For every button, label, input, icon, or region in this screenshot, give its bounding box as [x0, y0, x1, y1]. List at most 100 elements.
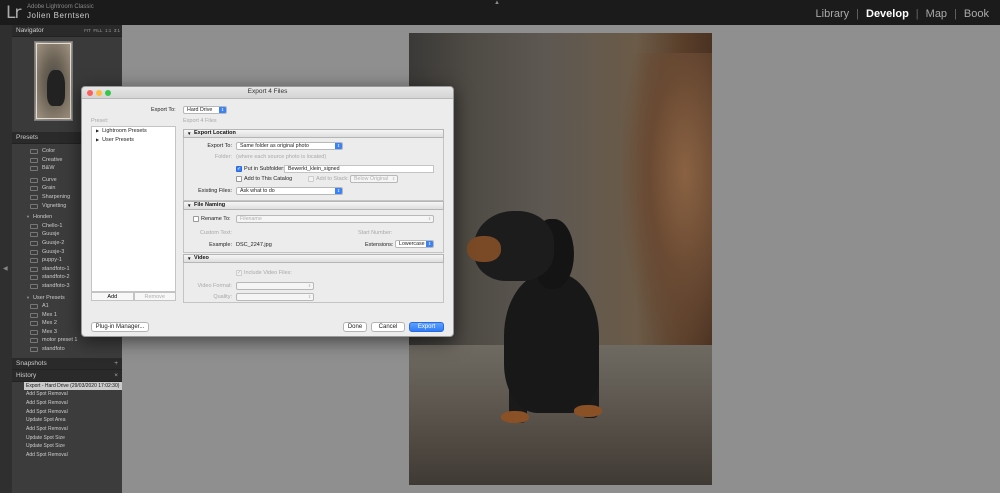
- history-item[interactable]: Add Spot Removal: [26, 390, 122, 399]
- history-item[interactable]: Update Spot Size: [26, 442, 122, 451]
- cancel-button[interactable]: Cancel: [371, 322, 405, 332]
- video-quality-select[interactable]: ⇕: [236, 293, 314, 301]
- add-to-stack-checkbox[interactable]: [308, 176, 314, 182]
- preset-icon: [30, 157, 38, 163]
- video-format-select[interactable]: ⇕: [236, 282, 314, 290]
- preset-icon: [30, 166, 38, 172]
- example-label: Example:: [209, 242, 232, 248]
- file-naming-header[interactable]: ▼ File Naming: [183, 201, 444, 210]
- preset-icon: [30, 223, 38, 229]
- module-develop[interactable]: Develop: [859, 8, 916, 20]
- snapshots-title: Snapshots: [16, 359, 47, 367]
- example-filename: DSC_2247.jpg: [236, 242, 272, 248]
- plugin-manager-button[interactable]: Plug-in Manager...: [91, 322, 149, 332]
- preset-icon: [30, 275, 38, 281]
- preset-item[interactable]: standfoto: [26, 345, 122, 354]
- export-to-select[interactable]: Hard Drive ⇕: [183, 106, 227, 114]
- zoom-fit[interactable]: FIT: [84, 28, 91, 33]
- product-name: Adobe Lightroom Classic: [27, 4, 94, 10]
- export-button[interactable]: Export: [409, 322, 444, 332]
- extensions-label: Extensions:: [365, 242, 394, 248]
- navigator-zoom-options: FIT FILL 1:1 3:1: [84, 25, 120, 37]
- module-book[interactable]: Book: [957, 8, 996, 20]
- history-item[interactable]: Export - Hard Drive (29/03/2020 17:02:30…: [24, 381, 122, 391]
- left-panel-edge[interactable]: ◀: [0, 25, 12, 493]
- include-video-checkbox[interactable]: ✓: [236, 270, 242, 276]
- rename-to-checkbox[interactable]: [193, 216, 199, 222]
- section-collapse-icon[interactable]: ▼: [187, 202, 191, 210]
- preset-icon: [30, 304, 38, 310]
- module-map[interactable]: Map: [919, 8, 954, 20]
- section-collapse-icon[interactable]: ▼: [187, 255, 191, 263]
- clear-history-icon[interactable]: ×: [114, 370, 118, 382]
- preset-folder-user[interactable]: ▶ User Presets: [92, 136, 175, 145]
- preset-icon: [30, 186, 38, 192]
- snapshots-header[interactable]: Snapshots +: [12, 357, 122, 370]
- subfolder-input[interactable]: Bewerkt_klein_signed: [284, 165, 434, 173]
- preset-icon: [30, 338, 38, 344]
- include-video-label: Include Video Files:: [244, 270, 292, 276]
- preset-folder-lightroom[interactable]: ▶ Lightroom Presets: [92, 127, 175, 136]
- zoom-3-1[interactable]: 3:1: [114, 28, 120, 33]
- history-item[interactable]: Update Spot Area: [26, 416, 122, 425]
- history-item[interactable]: Add Spot Removal: [26, 425, 122, 434]
- section-collapse-icon[interactable]: ▼: [187, 130, 191, 138]
- chevron-updown-icon: ⇕: [307, 294, 312, 299]
- stack-position-select[interactable]: Below Original ⇕: [350, 175, 398, 183]
- add-snapshot-icon[interactable]: +: [114, 358, 118, 370]
- chevron-updown-icon: ⇕: [219, 107, 226, 113]
- photo-dog: [504, 273, 599, 413]
- presets-title: Presets: [16, 134, 39, 141]
- put-in-subfolder-checkbox[interactable]: ✓: [236, 166, 242, 172]
- history-item[interactable]: Update Spot Size: [26, 434, 122, 443]
- preset-list[interactable]: ▶ Lightroom Presets ▶ User Presets: [91, 126, 176, 292]
- preset-icon: [30, 266, 38, 272]
- location-export-to-select[interactable]: Same folder as original photo ⇕: [236, 142, 343, 150]
- navigator-view-rect[interactable]: [36, 43, 71, 119]
- collapse-left-icon[interactable]: ◀: [3, 265, 8, 272]
- history-item[interactable]: Add Spot Removal: [26, 399, 122, 408]
- add-to-catalog-label: Add to This Catalog: [244, 176, 293, 182]
- preset-icon: [30, 177, 38, 183]
- collapse-top-icon[interactable]: ▲: [494, 0, 500, 6]
- disclosure-triangle-icon[interactable]: ▶: [96, 128, 99, 133]
- start-number-label: Start Number:: [358, 230, 393, 236]
- preset-item[interactable]: motor preset 1: [26, 336, 122, 345]
- existing-files-select[interactable]: Ask what to do ⇕: [236, 187, 343, 195]
- history-item[interactable]: Add Spot Removal: [26, 408, 122, 417]
- chevron-updown-icon: ⇕: [307, 283, 312, 288]
- preset-icon: [30, 283, 38, 289]
- dialog-title: Export 4 Files: [247, 88, 288, 95]
- user-name: Jolien Berntsen: [27, 11, 90, 20]
- remove-preset-button[interactable]: Remove: [133, 292, 176, 301]
- existing-files-label: Existing Files:: [198, 188, 232, 194]
- export-to-label: Export To:: [151, 107, 176, 113]
- preset-icon: [30, 258, 38, 264]
- add-to-catalog-checkbox[interactable]: [236, 176, 242, 182]
- chevron-updown-icon: ⇕: [335, 143, 342, 149]
- zoom-fill[interactable]: FILL: [93, 28, 102, 33]
- navigator-thumbnail[interactable]: [34, 41, 73, 121]
- history-header[interactable]: History ×: [12, 369, 122, 382]
- video-header[interactable]: ▼ Video: [183, 254, 444, 263]
- chevron-updown-icon: ⇕: [426, 241, 433, 247]
- rename-to-select[interactable]: Filename ⇕: [236, 215, 434, 223]
- preset-icon: [30, 321, 38, 327]
- preset-buttons: Add Remove: [91, 292, 176, 301]
- navigator-header[interactable]: Navigator FIT FILL 1:1 3:1: [12, 25, 122, 37]
- expand-triangle-icon[interactable]: ▼: [26, 295, 30, 300]
- dialog-titlebar[interactable]: Export 4 Files: [82, 87, 453, 99]
- main-photo[interactable]: [409, 33, 712, 485]
- extensions-select[interactable]: Lowercase ⇕: [395, 240, 434, 248]
- zoom-1-1[interactable]: 1:1: [105, 28, 111, 33]
- expand-triangle-icon[interactable]: ▼: [26, 214, 30, 219]
- rename-to-label: Rename To:: [201, 216, 231, 222]
- module-library[interactable]: Library: [809, 8, 857, 20]
- custom-text-label: Custom Text:: [200, 230, 232, 236]
- disclosure-triangle-icon[interactable]: ▶: [96, 137, 99, 142]
- export-location-header[interactable]: ▼ Export Location: [183, 129, 444, 138]
- done-button[interactable]: Done: [343, 322, 367, 332]
- history-title: History: [16, 371, 37, 379]
- history-item[interactable]: Add Spot Removal: [26, 451, 122, 460]
- add-preset-button[interactable]: Add: [91, 292, 134, 301]
